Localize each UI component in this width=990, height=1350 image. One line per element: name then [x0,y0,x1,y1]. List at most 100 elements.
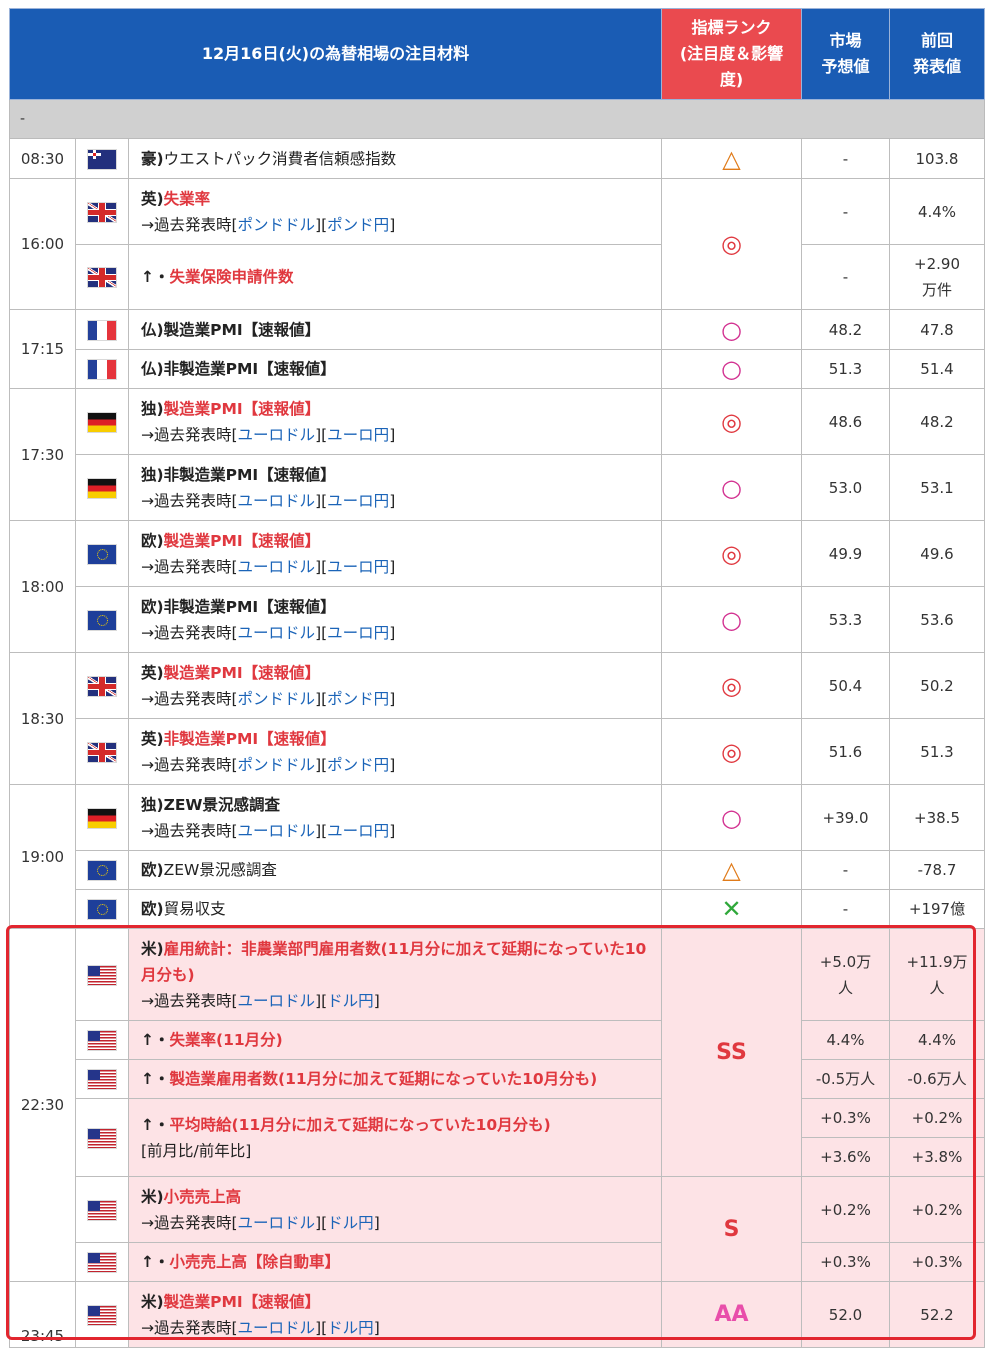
rank-cell: ◎ [661,652,802,719]
previous-cell: 51.3 [889,718,985,785]
euro-usd-link[interactable]: ユーロドル [238,558,316,576]
usd-jpy-link[interactable]: ドル円 [327,1319,374,1337]
indicator-name: 米)小売売上高 →過去発表時[ユーロドル][ドル円] [128,1176,662,1243]
previous-cell: -0.6万人 [889,1059,985,1099]
triangle-rank-icon: △ [722,856,741,884]
euro-usd-link[interactable]: ユーロドル [238,1214,316,1232]
previous-cell: 47.8 [889,309,985,350]
indicator-name: 英)失業率 →過去発表時[ポンドドル][ポンド円] [128,178,662,245]
indicator-name: ↑・失業率(11月分) [128,1020,662,1060]
rank-s-badge: S [723,1216,740,1242]
uk-flag-icon [88,202,116,222]
usa-flag-icon [88,1128,116,1148]
euro-usd-link[interactable]: ユーロドル [238,426,316,444]
time-cell: 22:30 [9,928,76,1282]
previous-cell: +0.2% +3.8% [889,1098,985,1177]
euro-usd-link[interactable]: ユーロドル [238,992,316,1010]
time-cell: 08:30 [9,138,76,179]
table-row: 18:30 英)製造業PMI【速報値】 →過去発表時[ポンドドル][ポンド円] … [9,652,985,785]
indicator-name: 欧)製造業PMI【速報値】 →過去発表時[ユーロドル][ユーロ円] [128,520,662,587]
previous-cell: +0.2% [889,1176,985,1243]
table-row: 16:00 英)失業率 →過去発表時[ポンドドル][ポンド円] ◎ - 4.4% [9,178,985,310]
previous-cell: +2.90万件 [889,244,985,310]
forecast-cell: - [801,244,890,310]
time-cell: 19:00 [9,784,76,929]
euro-jpy-link[interactable]: ユーロ円 [327,558,389,576]
indicator-name: 独)ZEW景況感調査 →過去発表時[ユーロドル][ユーロ円] [128,784,662,851]
forecast-cell: +0.3% [801,1242,890,1282]
previous-cell: 4.4% [889,178,985,245]
pound-jpy-link[interactable]: ポンド円 [327,756,389,774]
previous-column-header: 前回 発表値 [889,8,985,100]
table-row: 18:00 欧)製造業PMI【速報値】 →過去発表時[ユーロドル][ユーロ円] … [9,520,985,653]
previous-cell: 103.8 [889,138,985,179]
pound-jpy-link[interactable]: ポンド円 [327,216,389,234]
forecast-cell: 52.0 [801,1281,890,1348]
euro-jpy-link[interactable]: ユーロ円 [327,624,389,642]
usa-flag-icon [88,1200,116,1220]
table-row: ↑・失業率(11月分) 4.4% 4.4% [10,1020,985,1060]
table-row: 22:30 米)雇用統計：非農業部門雇用者数(11月分に加えて延期になっていた1… [9,928,985,1282]
forecast-cell: 51.3 [801,349,890,389]
pound-usd-link[interactable]: ポンドドル [238,756,316,774]
time-cell: 16:00 [9,178,76,310]
cross-rank-icon: ✕ [721,895,742,923]
indicator-name: 独)製造業PMI【速報値】 →過去発表時[ユーロドル][ユーロ円] [128,388,662,455]
indicator-name: ↑・失業保険申請件数 [128,244,662,310]
france-flag-icon [88,360,116,379]
usd-jpy-link[interactable]: ドル円 [327,1214,374,1232]
euro-usd-link[interactable]: ユーロドル [238,1319,316,1337]
forecast-cell: 51.6 [801,718,890,785]
rank-cell: ○ [661,349,802,389]
previous-cell: 48.2 [889,388,985,455]
forecast-cell: +0.3% +3.6% [801,1098,890,1177]
pound-jpy-link[interactable]: ポンド円 [327,690,389,708]
pound-usd-link[interactable]: ポンドドル [238,216,316,234]
rank-cell: AA [661,1281,802,1348]
rank-cell: ○ [661,784,802,851]
indicator-name: 仏)製造業PMI【速報値】 [128,309,662,350]
indicator-name: 英)非製造業PMI【速報値】 →過去発表時[ポンドドル][ポンド円] [128,718,662,785]
table-row: ↑・小売売上高【除自動車】 +0.3% +0.3% [10,1242,985,1282]
rank-cell: △ [661,850,802,890]
uk-flag-icon [88,676,116,696]
euro-jpy-link[interactable]: ユーロ円 [327,426,389,444]
previous-cell: 52.2 [889,1281,985,1348]
rank-column-header: 指標ランク (注目度＆影響 度) [661,8,802,100]
euro-jpy-link[interactable]: ユーロ円 [327,492,389,510]
indicator-name: ↑・平均時給(11月分に加えて延期になっていた10月分も) [前月比/前年比] [128,1098,662,1177]
table-row: 米)小売売上高 →過去発表時[ユーロドル][ドル円] S +0.2% +0.2% [10,1176,985,1282]
forecast-cell: +0.2% [801,1176,890,1243]
previous-cell: +11.9万人 [889,928,985,1021]
circle-rank-icon: ○ [721,315,742,344]
rank-cell: ◎ [661,520,802,587]
indicator-name: 米)雇用統計：非農業部門雇用者数(11月分に加えて延期になっていた10月分も) … [128,928,662,1021]
germany-flag-icon [88,808,116,828]
euro-jpy-link[interactable]: ユーロ円 [327,822,389,840]
table-row: 独)非製造業PMI【速報値】 →過去発表時[ユーロドル][ユーロ円] ○ 53.… [10,454,985,521]
indicator-name: 独)非製造業PMI【速報値】 →過去発表時[ユーロドル][ユーロ円] [128,454,662,521]
time-cell: 17:15 [9,309,76,389]
forecast-cell: 53.3 [801,586,890,653]
previous-cell: +197億 [889,889,985,929]
table-row: 仏)非製造業PMI【速報値】 ○ 51.3 51.4 [10,349,985,389]
indicator-name: 欧)非製造業PMI【速報値】 →過去発表時[ユーロドル][ユーロ円] [128,586,662,653]
eu-flag-icon [88,900,116,919]
table-row: 17:30 独)製造業PMI【速報値】 →過去発表時[ユーロドル][ユーロ円] … [9,388,985,521]
circle-rank-icon: ○ [721,355,742,383]
double-circle-rank-icon: ◎ [721,407,742,436]
circle-rank-icon: ○ [721,605,742,634]
table-row: 17:15 仏)製造業PMI【速報値】 ○ 48.2 47.8 [9,309,985,389]
euro-usd-link[interactable]: ユーロドル [238,624,316,642]
usd-jpy-link[interactable]: ドル円 [327,992,374,1010]
euro-usd-link[interactable]: ユーロドル [238,822,316,840]
rank-ss-badge: SS [716,1040,747,1065]
forecast-cell: +39.0 [801,784,890,851]
forecast-column-header: 市場 予想値 [801,8,890,100]
eu-flag-icon [88,544,116,564]
page-title: 12月16日(火)の為替相場の注目材料 [9,8,662,100]
euro-usd-link[interactable]: ユーロドル [238,492,316,510]
pound-usd-link[interactable]: ポンドドル [238,690,316,708]
indicator-name: 豪)ウエストパック消費者信頼感指数 [128,138,662,179]
previous-cell: +38.5 [889,784,985,851]
